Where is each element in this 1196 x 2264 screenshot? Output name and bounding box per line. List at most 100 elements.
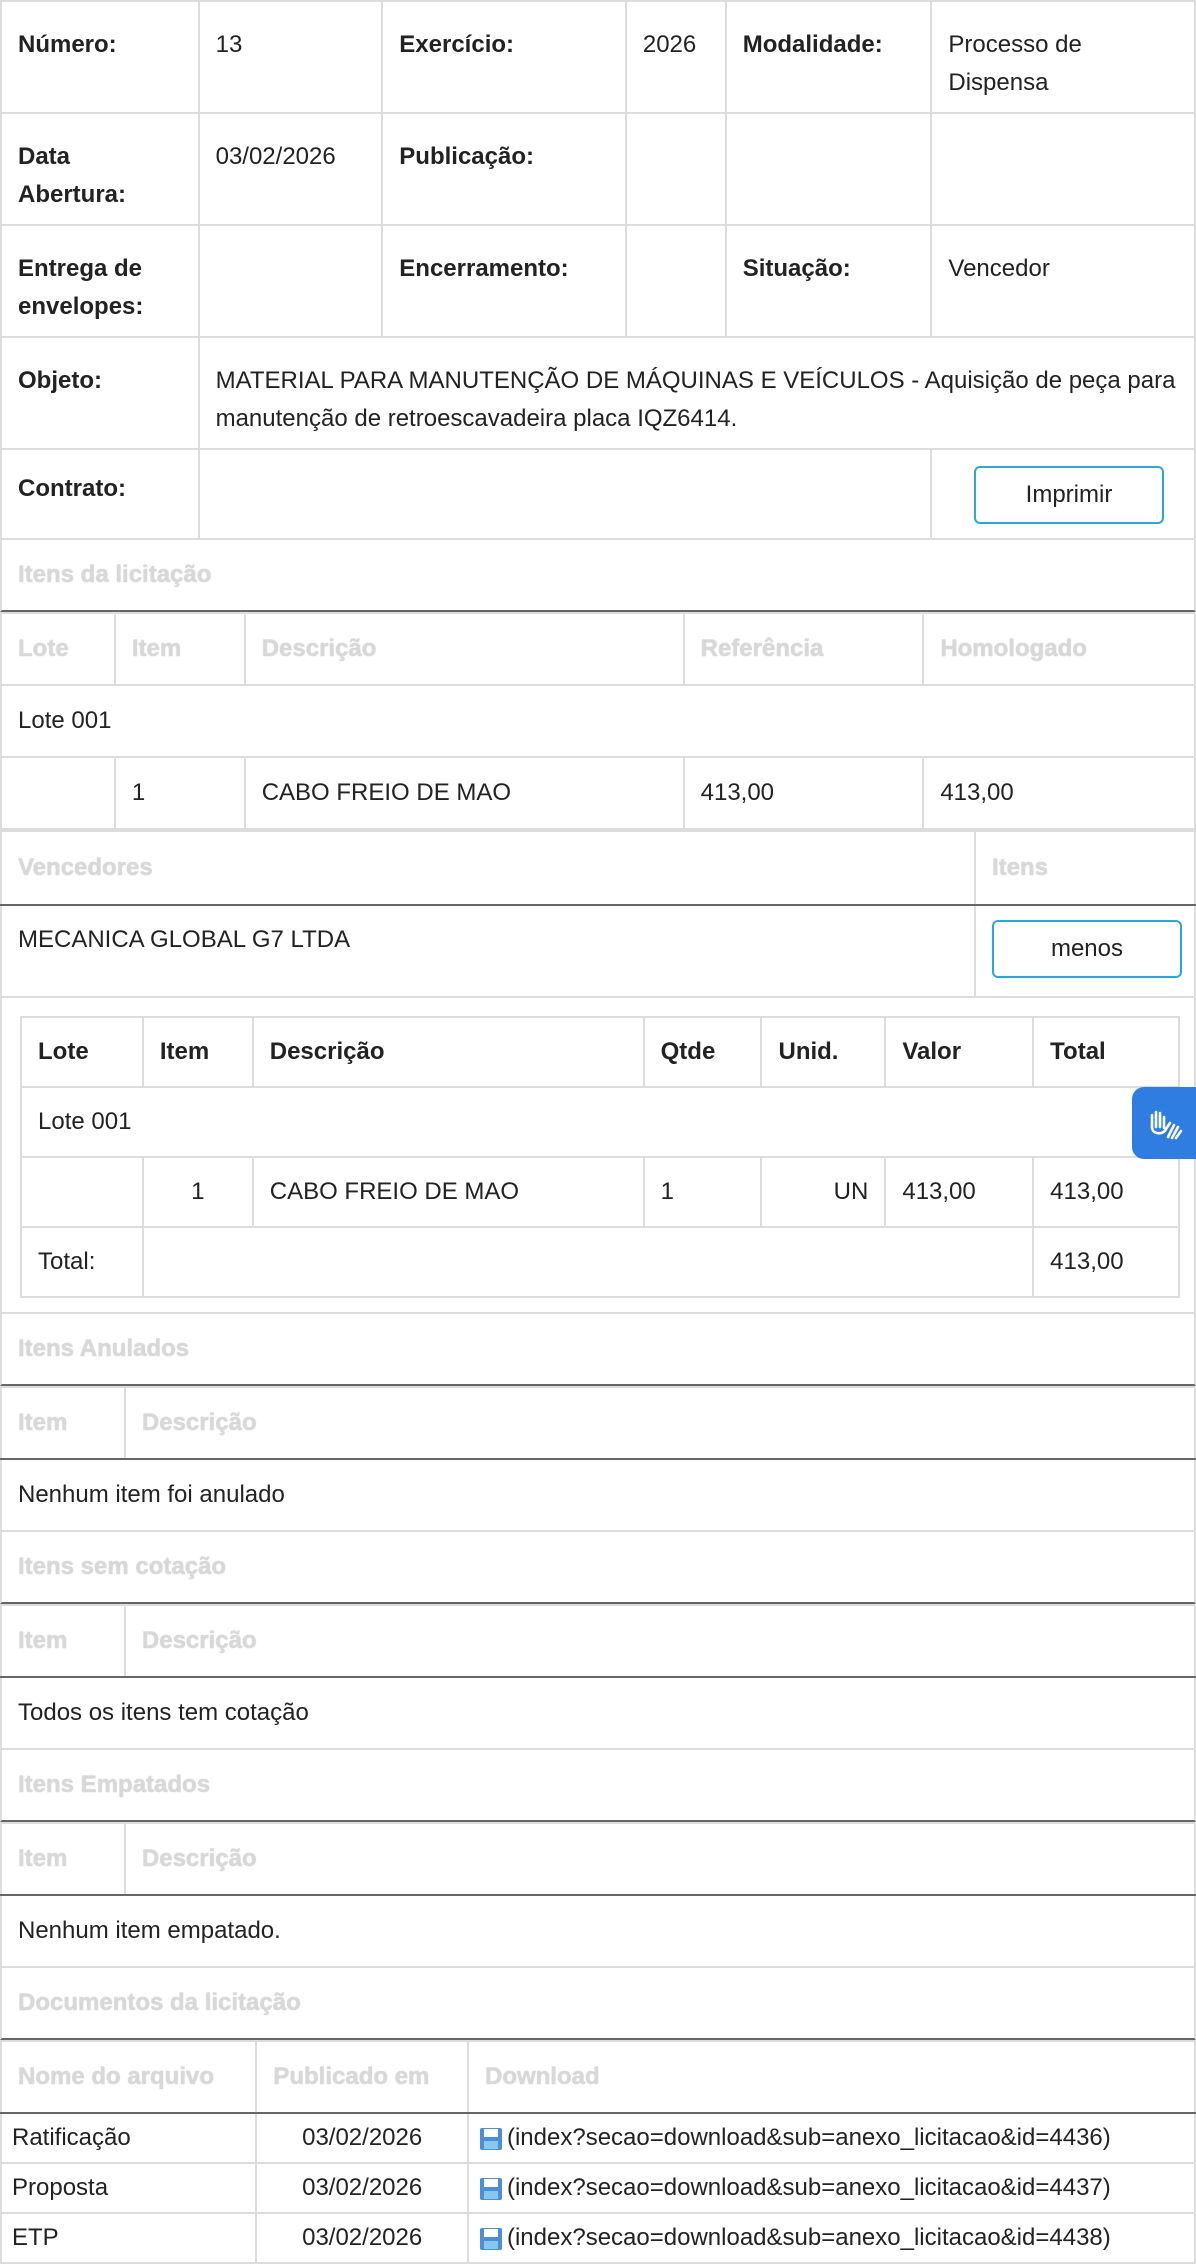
contrato-value — [197, 448, 933, 540]
col-header-valor: Valor — [884, 1016, 1035, 1088]
empatados-message: Nenhum item empatado. — [0, 1894, 1196, 1968]
floppy-disk-icon[interactable] — [479, 2227, 503, 2251]
itens-sem-cotacao-table: Item Descrição Todos os itens tem cotaçã… — [0, 1604, 1196, 1750]
accessibility-widget[interactable] — [1132, 1087, 1196, 1159]
qtde-cell: 1 — [642, 1156, 763, 1228]
total-cell: 413,00 — [1032, 1156, 1180, 1228]
vencedor-itens-table: Lote Item Descrição Qtde Unid. Valor Tot… — [20, 1016, 1180, 1298]
lote-row: Lote 001 — [0, 684, 1196, 758]
itens-licitacao-table: Lote Item Descrição Referência Homologad… — [0, 612, 1196, 830]
table-row: 1 CABO FREIO DE MAO 413,00 413,00 — [0, 756, 1196, 830]
itens-anulados-table: Item Descrição Nenhum item foi anulado — [0, 1386, 1196, 1532]
col-header-descricao: Descrição — [123, 1386, 1196, 1460]
vencedor-itens-wrapper: Lote Item Descrição Qtde Unid. Valor Tot… — [0, 998, 1196, 1314]
descricao-cell: CABO FREIO DE MAO — [251, 1156, 645, 1228]
sign-language-hands-icon[interactable] — [1144, 1103, 1184, 1143]
doc-name: Proposta — [0, 2162, 258, 2214]
objeto-value: MATERIAL PARA MANUTENÇÃO DE MÁQUINAS E V… — [197, 336, 1196, 450]
objeto-label: Objeto: — [0, 336, 200, 450]
lote-cell — [0, 756, 116, 830]
doc-name: Ratificação — [0, 2112, 258, 2164]
documentos-table: Nome do arquivo Publicado em Download Ra… — [0, 2040, 1196, 2264]
homologado-cell: 413,00 — [922, 756, 1196, 830]
sem-cotacao-message: Todos os itens tem cotação — [0, 1676, 1196, 1750]
itens-sem-cotacao-title: Itens sem cotação — [0, 1532, 1196, 1604]
col-header-item: Item — [0, 1604, 126, 1678]
referencia-cell: 413,00 — [682, 756, 925, 830]
doc-download[interactable]: (index?secao=download&sub=anexo_licitaca… — [466, 2162, 1196, 2214]
table-row: Proposta 03/02/2026 (index?secao=downloa… — [0, 2162, 1196, 2214]
situacao-label: Situação: — [724, 224, 933, 338]
modalidade-value: Processo de Dispensa — [930, 0, 1196, 114]
item-cell: 1 — [113, 756, 246, 830]
licitacao-info-table: Número: 13 Exercício: 2026 Modalidade: P… — [0, 0, 1196, 540]
publicacao-value — [624, 112, 727, 226]
toggle-cell: menos — [974, 904, 1196, 998]
floppy-disk-icon[interactable] — [479, 2127, 503, 2151]
col-header-descricao: Descrição — [251, 1016, 645, 1088]
anulados-message: Nenhum item foi anulado — [0, 1458, 1196, 1532]
doc-download[interactable]: (index?secao=download&sub=anexo_licitaca… — [466, 2112, 1196, 2164]
col-header-lote: Lote — [20, 1016, 144, 1088]
situacao-value: Vencedor — [930, 224, 1196, 338]
encerramento-value — [624, 224, 727, 338]
col-header-descricao: Descrição — [123, 1822, 1196, 1896]
vencedor-name: MECANICA GLOBAL G7 LTDA — [0, 904, 976, 998]
doc-download[interactable]: (index?secao=download&sub=anexo_licitaca… — [466, 2212, 1196, 2264]
lote-row: Lote 001 — [20, 1086, 1180, 1158]
col-header-nome: Nome do arquivo — [0, 2040, 258, 2114]
col-header-item: Item — [0, 1822, 126, 1896]
col-header-descricao: Descrição — [123, 1604, 1196, 1678]
col-header-descricao: Descrição — [243, 612, 685, 686]
entrega-value — [197, 224, 384, 338]
table-row: 1 CABO FREIO DE MAO 1 UN 413,00 413,00 — [20, 1156, 1180, 1228]
encerramento-label: Encerramento: — [381, 224, 627, 338]
total-label: Total: — [20, 1226, 144, 1298]
col-header-item: Item — [141, 1016, 254, 1088]
col-header-total: Total — [1032, 1016, 1180, 1088]
print-cell: Imprimir — [930, 448, 1196, 540]
page: Número: 13 Exercício: 2026 Modalidade: P… — [0, 0, 1196, 2264]
contrato-label: Contrato: — [0, 448, 200, 540]
itens-empatados-table: Item Descrição Nenhum item empatado. — [0, 1822, 1196, 1968]
col-header-download: Download — [466, 2040, 1196, 2114]
print-button[interactable]: Imprimir — [974, 466, 1164, 524]
numero-value: 13 — [197, 0, 384, 114]
col-header-unid: Unid. — [760, 1016, 887, 1088]
entrega-label: Entrega de envelopes: — [0, 224, 200, 338]
empty-cell — [930, 112, 1196, 226]
col-header-referencia: Referência — [682, 612, 925, 686]
item-cell: 1 — [141, 1156, 254, 1228]
vencedores-itens-title: Itens — [974, 830, 1196, 906]
col-header-qtde: Qtde — [642, 1016, 763, 1088]
doc-name: ETP — [0, 2212, 258, 2264]
itens-licitacao-title: Itens da licitação — [0, 540, 1196, 612]
doc-link[interactable]: (index?secao=download&sub=anexo_licitaca… — [507, 2174, 1111, 2201]
total-value: 413,00 — [1032, 1226, 1180, 1298]
exercicio-label: Exercício: — [381, 0, 627, 114]
floppy-disk-icon[interactable] — [479, 2177, 503, 2201]
abertura-label: Data Abertura: — [0, 112, 200, 226]
lote-cell — [20, 1156, 144, 1228]
modalidade-label: Modalidade: — [724, 0, 933, 114]
menos-button[interactable]: menos — [992, 920, 1182, 978]
numero-label: Número: — [0, 0, 200, 114]
col-header-lote: Lote — [0, 612, 116, 686]
col-header-item: Item — [113, 612, 246, 686]
col-header-item: Item — [0, 1386, 126, 1460]
col-header-publicado: Publicado em — [255, 2040, 469, 2114]
doc-date: 03/02/2026 — [255, 2112, 469, 2164]
itens-anulados-title: Itens Anulados — [0, 1314, 1196, 1386]
doc-link[interactable]: (index?secao=download&sub=anexo_licitaca… — [507, 2224, 1111, 2251]
table-row: ETP 03/02/2026 (index?secao=download&sub… — [0, 2212, 1196, 2264]
empty-cell — [724, 112, 933, 226]
itens-empatados-title: Itens Empatados — [0, 1750, 1196, 1822]
descricao-cell: CABO FREIO DE MAO — [243, 756, 685, 830]
exercicio-value: 2026 — [624, 0, 727, 114]
table-row: Ratificação 03/02/2026 (index?secao=down… — [0, 2112, 1196, 2164]
valor-cell: 413,00 — [884, 1156, 1035, 1228]
documentos-title: Documentos da licitação — [0, 1968, 1196, 2040]
doc-date: 03/02/2026 — [255, 2212, 469, 2264]
vencedores-title: Vencedores — [0, 830, 976, 906]
doc-link[interactable]: (index?secao=download&sub=anexo_licitaca… — [507, 2124, 1111, 2151]
